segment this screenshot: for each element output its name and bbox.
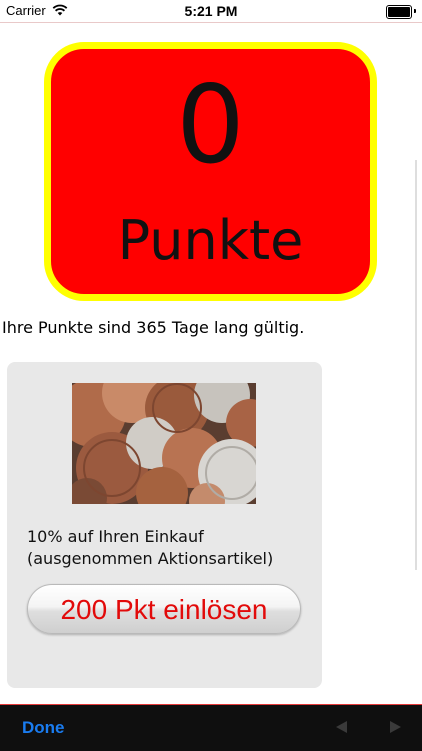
points-value: 0 [176, 63, 245, 188]
battery-tip [414, 9, 416, 13]
points-unit-label: Punkte [117, 209, 304, 272]
clock: 5:21 PM [184, 3, 238, 19]
scroll-indicator[interactable] [415, 160, 417, 570]
points-badge: 0 Punkte [44, 42, 377, 301]
triangle-left-icon[interactable] [333, 718, 351, 736]
validity-text: Ihre Punkte sind 365 Tage lang gültig. [2, 318, 305, 337]
coins-image [72, 383, 256, 504]
offer-description-line2: (ausgenommen Aktionsartikel) [27, 549, 274, 568]
triangle-right-icon[interactable] [386, 718, 404, 736]
offer-description-line1: 10% auf Ihren Einkauf [27, 527, 204, 546]
redeem-button[interactable]: 200 Pkt einlösen [27, 584, 301, 634]
done-button[interactable]: Done [22, 718, 65, 738]
battery-icon [386, 5, 412, 19]
offer-card: 10% auf Ihren Einkauf (ausgenommen Aktio… [7, 362, 322, 688]
bottom-toolbar: Done [0, 704, 422, 751]
status-bar: Carrier 5:21 PM [0, 0, 422, 23]
offer-description: 10% auf Ihren Einkauf (ausgenommen Aktio… [27, 526, 312, 570]
